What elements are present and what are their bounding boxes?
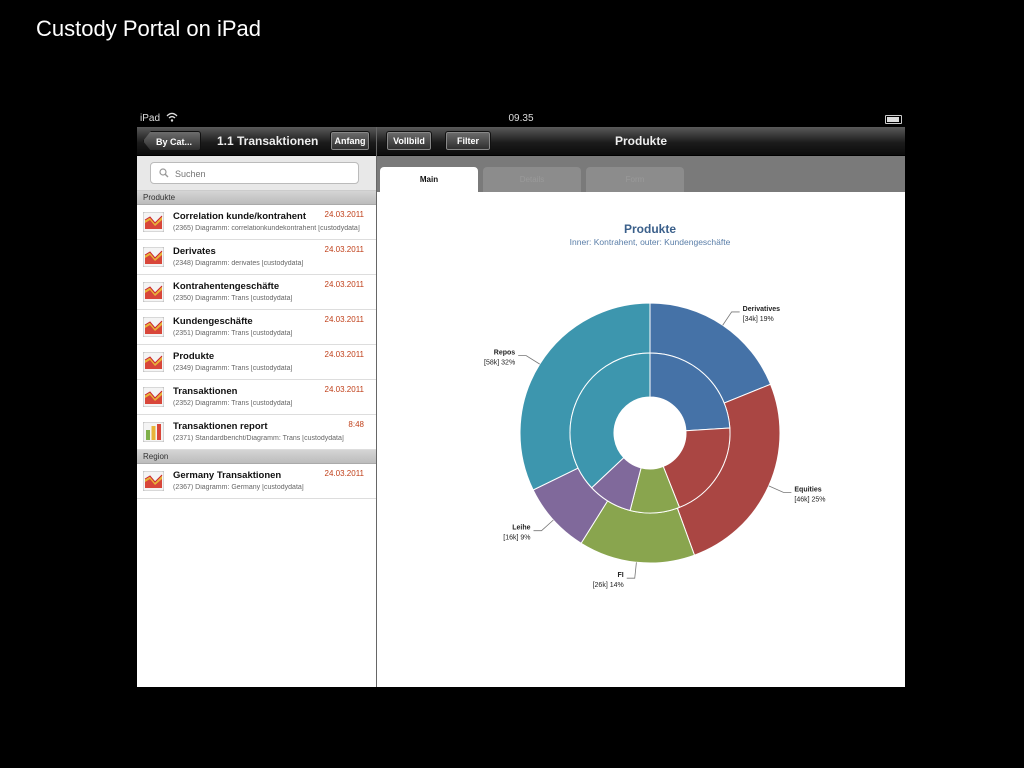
list-item-subtitle: (2365) Diagramm: correlationkundekontrah… <box>173 225 360 232</box>
detail-title: Produkte <box>614 134 667 148</box>
list-item-date: 24.03.2011 <box>324 350 364 359</box>
slice-label-value: [46k] 25% <box>794 496 825 503</box>
slice-label-value: [26k] 14% <box>593 582 624 589</box>
section-header: Produkte <box>137 191 376 205</box>
list-item[interactable]: Transaktionen 24.03.2011 (2352) Diagramm: … <box>137 380 376 415</box>
label-connector <box>518 355 540 365</box>
list-item[interactable]: Derivates 24.03.2011 (2348) Diagramm: deri… <box>137 240 376 275</box>
slice-label-value: [34k] 19% <box>743 316 774 323</box>
slice-label-value: [58k] 32% <box>484 360 515 367</box>
slice-label-name: FI <box>618 572 624 579</box>
master-title: 1.1 Transaktionen <box>217 134 319 148</box>
list-item[interactable]: Kundengeschäfte 24.03.2011 (2351) Diagramm… <box>137 310 376 345</box>
list-item-subtitle: (2367) Diagramm: Germany [custodydata] <box>173 484 304 491</box>
bar-report-icon <box>142 421 165 443</box>
list-item-title: Germany Transaktionen <box>173 470 282 481</box>
pie-report-icon <box>142 246 165 268</box>
slice-label-name: Derivatives <box>743 306 780 313</box>
list-item-title: Kundengeschäfte <box>173 316 253 327</box>
master-pane: By Cat... 1.1 Transaktionen Anfang Produ… <box>137 127 377 687</box>
list-item-subtitle: (2351) Diagramm: Trans [custodydata] <box>173 330 293 337</box>
pie-report-icon <box>142 351 165 373</box>
section-header: Region <box>137 450 376 464</box>
list-item-subtitle: (2348) Diagramm: derivates [custodydata] <box>173 260 304 267</box>
pie-report-icon <box>142 470 165 492</box>
search-field[interactable] <box>150 162 359 184</box>
label-connector <box>626 562 637 579</box>
list-item-date: 24.03.2011 <box>324 245 364 254</box>
list-item-title: Produkte <box>173 351 215 362</box>
list-item[interactable]: Germany Transaktionen 24.03.2011 (2367) Di… <box>137 464 376 499</box>
report-list: Produkte Correlation kunde/kontrahent 24.0… <box>137 191 376 499</box>
donut-chart: Produkte Inner: Kontrahent, outer: Kunde… <box>484 222 825 589</box>
chart-subtitle: Inner: Kontrahent, outer: Kundengeschäft… <box>570 237 731 247</box>
slice-label-name: Equities <box>794 486 821 493</box>
search-icon <box>159 168 169 178</box>
list-item-date: 24.03.2011 <box>324 469 364 478</box>
chart-title: Produkte <box>624 222 676 236</box>
status-bar: iPad 09.35 <box>137 111 905 127</box>
slice-label-name: Leihe <box>512 525 530 532</box>
list-item-title: Derivates <box>173 246 216 257</box>
ipad-screen: iPad 09.35 By Cat... 1.1 Transaktionen A… <box>137 111 905 687</box>
slide-title: Custody Portal on iPad <box>36 16 262 41</box>
label-connector <box>768 485 792 493</box>
pie-report-icon <box>142 211 165 233</box>
label-connector <box>722 311 740 326</box>
pie-report-icon <box>142 281 165 303</box>
search-bar <box>137 156 376 191</box>
list-item-subtitle: (2349) Diagramm: Trans [custodydata] <box>173 365 293 372</box>
master-navbar: By Cat... 1.1 Transaktionen Anfang <box>137 127 376 156</box>
list-item-title: Transaktionen report <box>173 421 268 432</box>
list-item-title: Correlation kunde/kontrahent <box>173 211 307 222</box>
list-item-date: 24.03.2011 <box>324 385 364 394</box>
tab-bar: Main Details Form <box>377 156 905 192</box>
list-item[interactable]: Kontrahentengeschäfte 24.03.2011 (2350) Di… <box>137 275 376 310</box>
tab-form[interactable]: Form <box>586 167 684 192</box>
battery-icon <box>885 115 902 124</box>
slice-label-value: [16k] 9% <box>503 535 530 542</box>
list-item[interactable]: Produkte 24.03.2011 (2349) Diagramm: Trans… <box>137 345 376 380</box>
label-connector <box>533 519 554 532</box>
list-item-subtitle: (2350) Diagramm: Trans [custodydata] <box>173 295 293 302</box>
slice-label-name: Repos <box>494 350 516 357</box>
anfang-button[interactable]: Anfang <box>330 131 370 151</box>
list-item-date: 24.03.2011 <box>324 210 364 219</box>
list-item[interactable]: Transaktionen report 8:48 (2371) Standardb… <box>137 415 376 450</box>
chart-area: Produkte Inner: Kontrahent, outer: Kunde… <box>377 191 905 687</box>
list-item-date: 24.03.2011 <box>324 280 364 289</box>
list-item-date: 8:48 <box>348 420 364 429</box>
list-item-subtitle: (2352) Diagramm: Trans [custodydata] <box>173 400 293 407</box>
list-item[interactable]: Correlation kunde/kontrahent 24.03.2011 (2… <box>137 205 376 240</box>
list-item-title: Transaktionen <box>173 386 238 397</box>
list-item-title: Kontrahentengeschäfte <box>173 281 280 292</box>
status-time: 09.35 <box>508 113 534 124</box>
pie-report-icon <box>142 386 165 408</box>
list-item-subtitle: (2371) Standardbericht/Diagramm: Trans [… <box>173 435 344 442</box>
tab-details[interactable]: Details <box>483 167 581 192</box>
list-item-date: 24.03.2011 <box>324 315 364 324</box>
pie-report-icon <box>142 316 165 338</box>
back-button[interactable]: By Cat... <box>143 131 201 151</box>
detail-navbar: Vollbild Filter Produkte <box>377 127 905 156</box>
detail-pane: Vollbild Filter Produkte Main Details Fo… <box>377 127 905 687</box>
search-input[interactable] <box>173 165 352 183</box>
tab-main[interactable]: Main <box>380 167 478 192</box>
